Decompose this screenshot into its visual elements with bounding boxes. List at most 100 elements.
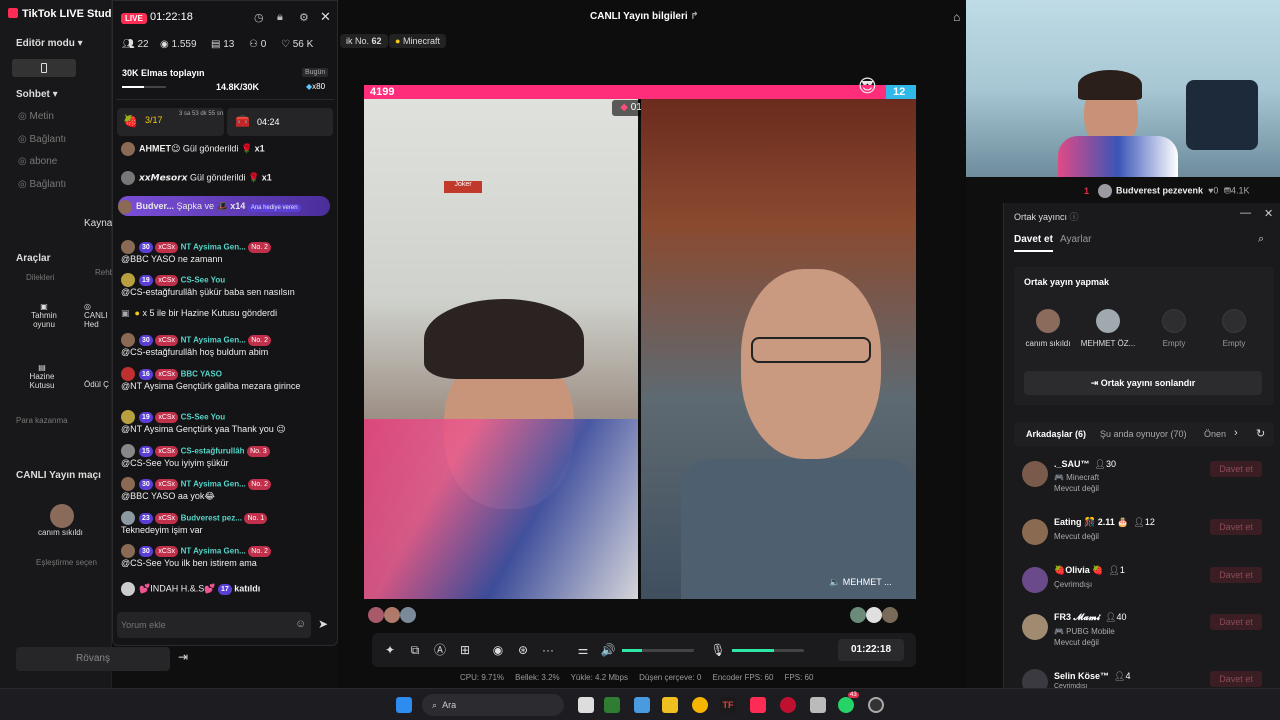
- cpu-usage: CPU: 9.71%: [460, 673, 505, 682]
- taskbar-search[interactable]: ⌕ Ara: [422, 694, 564, 716]
- avatar: [121, 582, 135, 596]
- search-icon[interactable]: ⌕: [1258, 233, 1264, 246]
- minecraft-icon[interactable]: [604, 697, 620, 713]
- ai-icon[interactable]: Ⓐ: [432, 642, 448, 658]
- tab-friends[interactable]: Arkadaşlar (6): [1026, 429, 1086, 439]
- mixer-icon[interactable]: ⚌: [575, 642, 591, 658]
- top-viewer-rank: 1: [1084, 186, 1090, 196]
- guest-slot[interactable]: canım sıkıldı: [1018, 309, 1078, 348]
- opera-icon[interactable]: [780, 697, 796, 713]
- friend-name-text: ._SAU™: [1054, 459, 1090, 469]
- tab-playing-now[interactable]: Şu anda oynuyor (70): [1100, 429, 1187, 439]
- add-media-icon[interactable]: ⊞: [457, 642, 473, 658]
- score-right: 12: [893, 86, 906, 98]
- comment-field[interactable]: [121, 616, 281, 634]
- guest-slot[interactable]: MEHMET ÖZ...: [1078, 309, 1138, 348]
- lock-icon[interactable]: 🔒︎: [277, 11, 283, 24]
- fan-tag: xCSx: [155, 369, 179, 381]
- source-subscribe-item[interactable]: ◎ abone: [18, 156, 57, 167]
- tab-invite[interactable]: Davet et: [1014, 234, 1053, 252]
- end-cohost-button[interactable]: ⇥ Ortak yayını sonlandır: [1024, 371, 1262, 395]
- invite-button[interactable]: Davet et: [1210, 461, 1262, 477]
- source-link-item[interactable]: ◎ Bağlantı: [18, 134, 66, 145]
- close-icon[interactable]: ✕: [320, 9, 331, 25]
- chat-message: 15 xCSx CS-estağfurullâh No. 3 @CS-See Yo…: [121, 444, 333, 469]
- microphone-icon[interactable]: 🎙: [710, 642, 726, 658]
- tool-wishes[interactable]: Dilekleri: [26, 273, 54, 282]
- home-icon[interactable]: ⌂: [953, 10, 960, 24]
- tool-treasure-box[interactable]: ▤ Hazine Kutusu: [22, 363, 62, 390]
- top-viewer-row[interactable]: Budverest pezevenk ♥0 ⛃4.1K: [1098, 184, 1278, 200]
- source-link2-item[interactable]: ◎ Bağlantı: [18, 179, 66, 190]
- magic-wand-icon[interactable]: ✦: [382, 642, 398, 658]
- game-pill[interactable]: ● Minecraft: [389, 34, 446, 48]
- volume-fill: [622, 649, 642, 652]
- tool-reward[interactable]: Ödül Ç: [84, 380, 112, 389]
- whatsapp-icon[interactable]: [838, 697, 854, 713]
- minimize-icon[interactable]: —: [1240, 207, 1251, 219]
- tab-recommended[interactable]: Önen: [1204, 429, 1226, 439]
- invite-button[interactable]: Davet et: [1210, 671, 1262, 687]
- chat-dropdown[interactable]: Sohbet ▾: [16, 89, 58, 100]
- emoji-icon[interactable]: ☺: [295, 618, 306, 630]
- exit-icon[interactable]: ⇥: [178, 650, 198, 668]
- editor-mode-dropdown[interactable]: Editör modu ▾: [16, 38, 83, 49]
- live-info-title[interactable]: CANLI Yayın bilgileri ↱: [590, 11, 699, 22]
- send-icon[interactable]: ➤: [318, 617, 328, 631]
- diamond-goal[interactable]: 30K Elmas toplayın Bugün 14.8K/30K ◆x80: [116, 60, 334, 100]
- invite-button[interactable]: Davet et: [1210, 614, 1262, 630]
- invite-button[interactable]: Davet et: [1210, 567, 1262, 583]
- tiktok-icon[interactable]: [750, 697, 766, 713]
- source-text-item[interactable]: ◎ Metin: [18, 111, 54, 122]
- invite-button[interactable]: Davet et: [1210, 519, 1262, 535]
- gift-box-counter[interactable]: 🍓 3/17 3 sa 53 dk 55 sn: [117, 108, 224, 136]
- share-count-value: 0: [260, 39, 267, 50]
- mic-slider[interactable]: [732, 649, 804, 652]
- match-guest-avatar[interactable]: [50, 504, 74, 528]
- help-icon[interactable]: ⓘ: [1070, 212, 1079, 222]
- viewer-count-value: 22: [137, 39, 149, 50]
- pairing-selector[interactable]: Eşleştirme seçen: [36, 558, 97, 567]
- task-view-icon[interactable]: [578, 697, 594, 713]
- tool-live-goal[interactable]: ◎ CANLI Hed: [84, 302, 112, 329]
- guest-face: [741, 269, 881, 459]
- app-icon[interactable]: [868, 697, 884, 713]
- tab-settings[interactable]: Ayarlar: [1060, 234, 1092, 245]
- right-supporters[interactable]: [850, 607, 914, 625]
- settings-icon[interactable]: ⚙: [299, 11, 309, 24]
- coin-app-icon[interactable]: [692, 697, 708, 713]
- volume-icon[interactable]: 🔊: [600, 642, 616, 658]
- match-guest-label: canım sıkıldı: [38, 528, 83, 537]
- comment-input[interactable]: ☺: [117, 612, 311, 638]
- rematch-button[interactable]: Rövanş: [16, 647, 170, 671]
- tf-icon[interactable]: TF: [720, 697, 736, 713]
- tool-prediction-game[interactable]: ▣ Tahmin oyunu: [22, 302, 66, 329]
- treasure-box-timer[interactable]: 🧰 04:24: [227, 108, 333, 136]
- status-bar: CPU: 9.71% Bellek: 3.2% Yükle: 4.2 Mbps …: [460, 673, 840, 682]
- tool-prediction-label: Tahmin oyunu: [31, 311, 57, 329]
- close-icon[interactable]: ✕: [1264, 207, 1273, 220]
- record-icon[interactable]: ◉: [490, 642, 506, 658]
- volume-slider[interactable]: [622, 649, 694, 652]
- tool-reward-label: Ödül Ç: [84, 380, 109, 389]
- file-explorer-icon[interactable]: [662, 697, 678, 713]
- camera-settings-icon[interactable]: ⊛: [515, 642, 531, 658]
- avatar: [118, 199, 132, 214]
- chevron-right-icon[interactable]: ›: [1234, 427, 1238, 439]
- windows-start-icon[interactable]: [396, 697, 412, 713]
- refresh-icon[interactable]: ↻: [1256, 427, 1265, 440]
- screen-share-icon[interactable]: ⧉: [407, 642, 423, 658]
- level-badge: 30: [139, 335, 153, 347]
- more-icon[interactable]: ···: [540, 642, 556, 658]
- copilot-icon[interactable]: [634, 697, 650, 713]
- guest-slot-empty[interactable]: Empty: [1204, 309, 1264, 348]
- supporter-avatar: [400, 607, 416, 623]
- guest-slot-empty[interactable]: Empty: [1144, 309, 1204, 348]
- username: NT Aysima Gen...: [180, 242, 246, 252]
- portrait-mode-button[interactable]: [12, 59, 76, 77]
- message-text: x 5 ile bir Hazine Kutusu gönderdi: [142, 308, 278, 318]
- clock-icon[interactable]: ◷: [254, 11, 264, 24]
- left-supporters[interactable]: [368, 607, 428, 625]
- calculator-icon[interactable]: [810, 697, 826, 713]
- goal-icon: ◎: [84, 302, 91, 311]
